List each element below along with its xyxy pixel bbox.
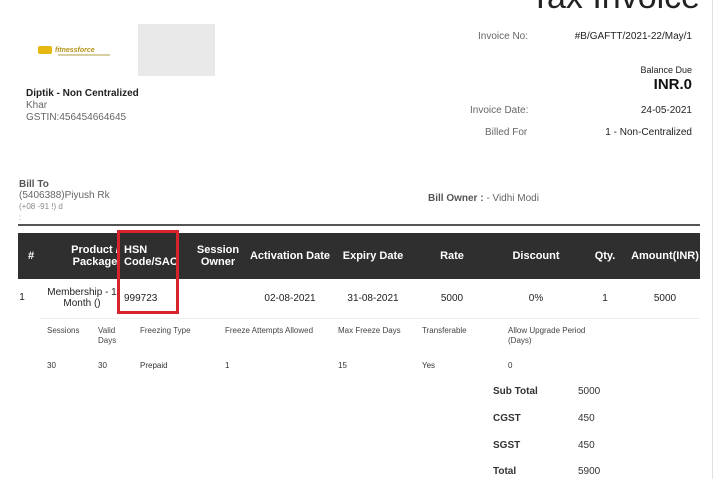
cgst-label: CGST <box>493 413 521 424</box>
logo-icon <box>38 46 52 54</box>
bill-owner: Bill Owner : - Vidhi Modi <box>428 193 539 204</box>
detail-valid-value: 30 <box>98 361 107 370</box>
detail-freezing-type-label: Freezing Type <box>140 326 191 335</box>
detail-upgrade-label: Allow Upgrade Period (Days) <box>508 326 585 346</box>
detail-transferable-value: Yes <box>422 361 436 370</box>
col-owner-line2: Owner <box>200 256 236 268</box>
detail-sessions-value: 30 <box>47 361 56 370</box>
sub-total-label: Sub Total <box>493 386 538 397</box>
detail-freeze-attempts-value: 1 <box>225 361 230 370</box>
billed-for-label: Billed For <box>485 127 528 138</box>
cgst-value: 450 <box>578 413 595 424</box>
details-divider <box>40 318 700 319</box>
col-qty: Qty. <box>594 250 616 262</box>
total-value: 5900 <box>578 466 601 477</box>
billed-for-value: 1 - Non-Centralized <box>605 127 692 138</box>
invoice-date-label: Invoice Date: <box>470 105 529 116</box>
row-expiry: 31-08-2021 <box>347 293 399 304</box>
balance-due-value: INR.0 <box>653 76 692 93</box>
logo-underline <box>58 54 110 56</box>
company-info: Diptik - Non Centralized Khar GSTIN:4564… <box>26 88 139 124</box>
row-product: Membership - 1 Month () <box>46 287 118 309</box>
row-qty: 1 <box>602 293 608 304</box>
row-discount: 0% <box>528 293 544 304</box>
detail-upgrade-line2: (Days) <box>508 336 532 345</box>
invoice-no-value: #B/GAFTT/2021-22/May/1 <box>574 31 692 42</box>
detail-valid-line1: Valid <box>98 326 116 335</box>
bill-owner-label: Bill Owner : <box>428 193 484 204</box>
row-product-line1: Membership - 1 <box>47 287 117 298</box>
detail-freezing-type-value: Prepaid <box>140 361 168 370</box>
image-placeholder <box>138 24 215 76</box>
col-num: # <box>27 250 35 262</box>
bill-to-customer: (5406388)Piyush Rk <box>19 190 110 201</box>
detail-transferable-label: Transferable <box>422 326 467 335</box>
col-expiry: Expiry Date <box>342 250 404 262</box>
total-label: Total <box>493 466 517 477</box>
bill-to-block: Bill To (5406388)Piyush Rk (+08 -91 !) d… <box>19 179 110 223</box>
sgst-label: SGST <box>493 440 521 451</box>
row-activation: 02-08-2021 <box>264 293 316 304</box>
sgst-value: 450 <box>578 440 595 451</box>
col-session-owner: Session Owner <box>188 233 248 279</box>
invoice-no-label: Invoice No: <box>478 31 529 42</box>
detail-upgrade-value: 0 <box>508 361 513 370</box>
bill-to-contact: (+08 -91 !) d <box>19 202 63 211</box>
col-product-line2: Package <box>72 256 118 268</box>
detail-valid-label: Valid Days <box>98 326 116 346</box>
sub-total-value: 5000 <box>578 386 601 397</box>
company-logo: fitnessforce <box>38 44 114 56</box>
section-divider <box>18 224 700 226</box>
col-rate: Rate <box>440 250 464 262</box>
detail-max-freeze-label: Max Freeze Days <box>338 326 401 335</box>
col-amount: Amount(INR) <box>631 250 699 262</box>
balance-due-label: Balance Due <box>640 65 692 75</box>
detail-freeze-attempts-label: Freeze Attempts Allowed <box>225 326 314 335</box>
hsn-highlight-box <box>117 230 179 314</box>
col-product-line1: Product / <box>71 244 119 256</box>
detail-valid-line2: Days <box>98 336 117 345</box>
col-activation: Activation Date <box>249 250 331 262</box>
row-amount: 5000 <box>653 293 677 304</box>
page-edge <box>712 0 713 479</box>
company-gstin: GSTIN:456454664645 <box>26 112 127 123</box>
col-owner-line1: Session <box>196 244 240 256</box>
bill-owner-value: - Vidhi Modi <box>483 193 539 204</box>
logo-text: fitnessforce <box>55 46 95 54</box>
row-product-line2: Month () <box>63 298 101 309</box>
col-discount: Discount <box>512 250 560 262</box>
row-num: 1 <box>19 292 25 303</box>
detail-upgrade-line1: Allow Upgrade Period <box>508 326 586 335</box>
bill-to-extra: : <box>19 213 22 222</box>
row-rate: 5000 <box>440 293 464 304</box>
company-name: Diptik - Non Centralized <box>26 88 139 99</box>
bill-to-heading: Bill To <box>19 179 49 190</box>
company-location: Khar <box>26 100 48 111</box>
invoice-title: Tax Invoice <box>530 0 700 17</box>
detail-sessions-label: Sessions <box>47 326 80 335</box>
invoice-date-value: 24-05-2021 <box>640 105 692 116</box>
detail-max-freeze-value: 15 <box>338 361 347 370</box>
